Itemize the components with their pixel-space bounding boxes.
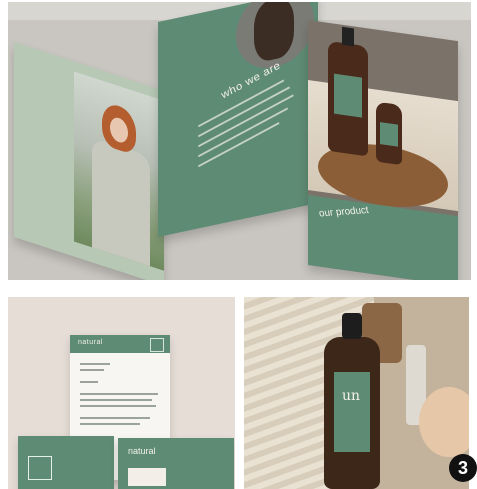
brochure-panel-portrait [14,42,164,280]
bottle-pump [342,26,354,47]
text-line [198,107,289,158]
text-line [80,417,150,419]
bottle-label [334,73,362,118]
text-line [80,399,152,401]
bottle-monogram: un [342,388,361,404]
image-index-badge: 3 [449,454,477,482]
product-heading: our product [318,204,370,220]
small-bottle-label [380,122,398,147]
brochure-mockup-image: who we are our product [8,2,471,280]
pump-head [342,313,362,339]
text-line [80,381,98,383]
product-mockup-image: un [244,297,469,489]
text-line [80,393,158,395]
stationery-mockup-image: natural natural [8,297,235,489]
text-line [80,405,156,407]
letterhead-logo-mark [150,338,164,352]
bath-brush [419,387,469,457]
card-brand: natural [128,446,156,456]
letterhead-brand: natural [78,339,103,346]
business-card-front: natural [118,438,234,489]
card-label-area [128,468,166,486]
letterhead-band: natural [70,335,170,353]
brochure-panel-about: who we are [158,2,318,237]
text-line [80,369,104,371]
logo-tile [28,456,52,480]
text-line [80,363,110,365]
bottle-label: un [334,372,370,452]
coat-shape [92,137,150,267]
text-line [80,423,140,425]
pump-bottle: un [324,313,380,489]
brochure-panel-product: our product [308,20,458,280]
business-card-back [18,436,114,489]
